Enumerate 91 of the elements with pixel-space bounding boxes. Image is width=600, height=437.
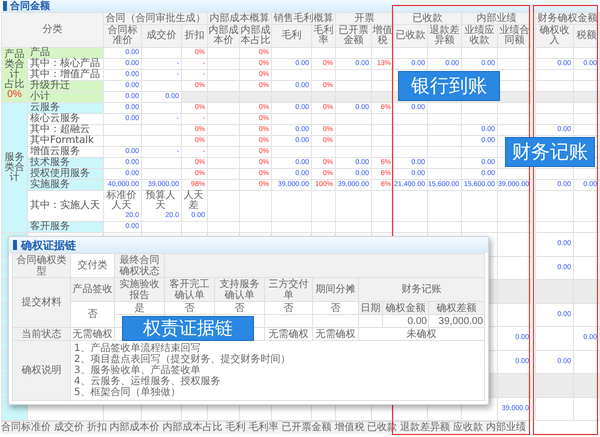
column-header: 毛利 xyxy=(226,422,246,434)
column-header: 产品签收 xyxy=(70,278,114,302)
column-header: 确权收入 xyxy=(536,24,574,48)
callout-label: 权责证据链 xyxy=(122,316,254,341)
column-header: 内部成本价 xyxy=(110,422,160,434)
cell-label: 预算人天 xyxy=(144,191,176,211)
note-line: 2、项目盘点表回写（提交财务、提交财务时间） xyxy=(74,354,292,365)
column-header: 合同（合同审批生成） xyxy=(104,12,208,24)
column-header: 折扣 xyxy=(86,422,107,434)
column-header: 内部成本价 xyxy=(208,24,240,48)
table-cell: 无需确权 xyxy=(70,328,114,340)
table-cell: 无需确权 xyxy=(312,328,358,340)
column-header: 退款差异额 xyxy=(400,422,450,434)
row-label: 技术服务 xyxy=(28,158,104,168)
column-header: 财务确权金额 xyxy=(536,12,600,24)
column-header: 开票 xyxy=(336,12,394,24)
column-header: 已开票金额 xyxy=(336,24,372,48)
column-header: 已收款 xyxy=(394,12,462,24)
column-header: 内部成本占比 xyxy=(162,422,223,434)
field-label: 当前状态 xyxy=(12,328,70,340)
column-header: 业绩合同额 xyxy=(498,24,532,48)
panel-title: 确权证据链 xyxy=(21,238,76,252)
column-header: 财务记账 xyxy=(358,278,485,302)
column-header: 内部业绩 xyxy=(462,12,532,24)
field-label: 确权说明 xyxy=(12,340,70,400)
table-cell: 否 xyxy=(214,302,264,314)
column-header: 内部业绩 xyxy=(486,422,526,434)
callout-label: 财务记账 xyxy=(505,137,595,167)
callout-label: 银行到账 xyxy=(398,71,500,101)
row-label: 云服务 xyxy=(28,102,104,114)
row-label: 实施服务 xyxy=(28,180,104,190)
table-cell: 否 xyxy=(70,302,114,328)
table-cell: 否 xyxy=(312,302,358,314)
section-title: 合同金额 xyxy=(10,0,50,12)
column-header: 已开票金额 xyxy=(281,422,332,434)
title-marker xyxy=(13,240,17,250)
row-label: 核心云服务 xyxy=(28,114,104,124)
column-header: 期间分摊 xyxy=(312,278,358,302)
table-cell: 未确权 xyxy=(358,328,485,340)
column-header: 已收款 xyxy=(394,24,428,48)
field-label: 最终合同确权状态 xyxy=(114,254,164,278)
category-cell: 产品类合计 占比 0% xyxy=(2,48,28,102)
cell-label: 人天差 xyxy=(182,191,205,211)
column-header: 内部成本占比 xyxy=(240,24,272,48)
column-header: 毛利 xyxy=(272,24,312,48)
row-label: 增值云服务 xyxy=(28,146,104,158)
column-header: 三方交付单 xyxy=(264,278,312,302)
field-label: 提交材料 xyxy=(12,278,70,328)
note-line: 4、云服务、运维服务、授权服务 xyxy=(74,376,222,387)
column-header: 折扣 xyxy=(182,24,208,48)
table-cell: 否 xyxy=(264,302,312,314)
row-label: 客开服务 xyxy=(28,222,104,232)
note-line: 3、服务验收单、产品签收单 xyxy=(74,365,200,376)
table-cell: 无需确权 xyxy=(264,328,312,340)
column-header: 支持服务确认单 xyxy=(214,278,264,302)
column-header: 销售毛利概算 xyxy=(272,12,336,24)
column-header: 毛利率 xyxy=(312,24,336,48)
column-header: 分类 xyxy=(2,12,104,48)
row-label: 授权使用服务 xyxy=(28,168,104,180)
table-cell: 否 xyxy=(164,302,214,314)
column-header: 实施验收报告 xyxy=(114,278,164,302)
column-header: 合同标准价 xyxy=(104,24,142,48)
cell-label: 标准价人天 xyxy=(106,191,138,211)
column-header: 应收款 xyxy=(452,422,483,434)
note-line: 1、产品签收单流程结束回写 xyxy=(74,343,200,354)
column-header: 确权差额 xyxy=(428,302,485,314)
table-cell: 是 xyxy=(114,302,164,314)
row-label: 其中：核心产品 xyxy=(28,58,104,70)
table-cell: 39,000.00 xyxy=(428,314,485,328)
row-label: 其中：超融云 xyxy=(28,124,104,136)
column-header: 增值税 xyxy=(334,422,364,434)
column-header: 退款差异额 xyxy=(428,24,462,48)
column-header: 业绩应收款 xyxy=(462,24,498,48)
row-label: 其中：增值产品 xyxy=(28,70,104,80)
table-cell: 0.00 xyxy=(382,314,428,328)
row-label: 产品 xyxy=(28,48,104,58)
row-label: 升级升迁 xyxy=(28,80,104,92)
column-header: 确权金额 xyxy=(382,302,428,314)
note-line: 5、框架合同（单独做） xyxy=(74,387,182,398)
column-header: 毛利率 xyxy=(248,422,278,434)
field-label: 合同确权类型 xyxy=(12,254,70,278)
title-marker xyxy=(3,1,7,11)
column-header: 内部成本概算 xyxy=(208,12,272,24)
column-header: 成交价 xyxy=(54,422,84,434)
row-label: 其中Formtalk xyxy=(28,136,104,146)
column-header: 成交价 xyxy=(142,24,182,48)
category-cell: 服务类合计 xyxy=(2,102,28,232)
column-header: 合同标准价 xyxy=(1,422,51,434)
row-label: 小计 xyxy=(28,92,104,102)
row-label: 其中：实施人天 xyxy=(28,190,104,222)
column-header: 客开完工确认单 xyxy=(164,278,214,302)
